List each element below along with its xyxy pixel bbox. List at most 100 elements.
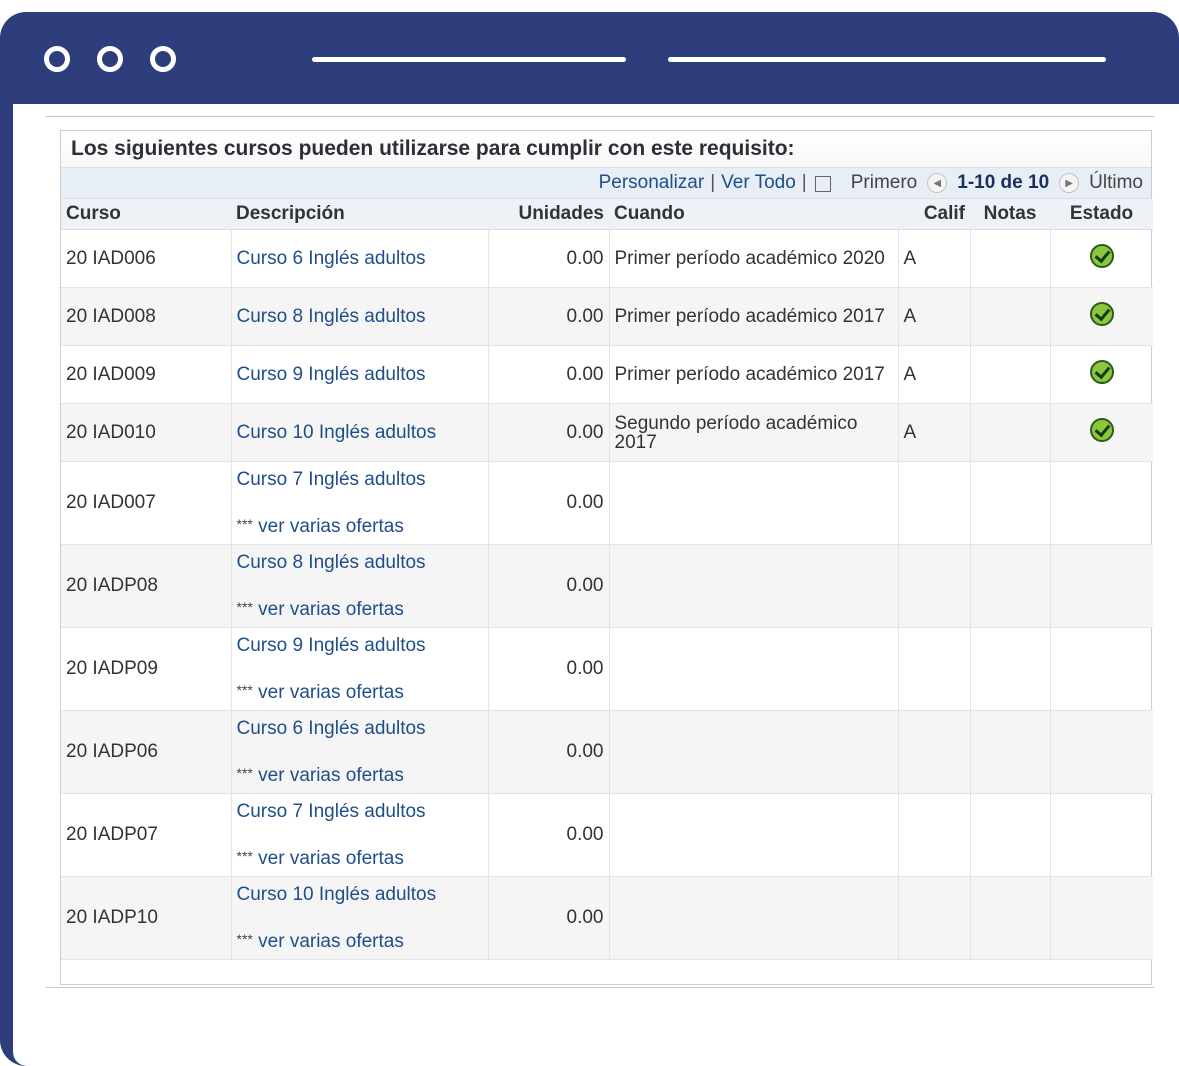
offers-marker: ***: [236, 764, 253, 781]
course-term: Primer período académico 2017: [609, 345, 899, 404]
course-grade: A: [898, 229, 971, 288]
offers-label: ver varias ofertas: [258, 681, 404, 703]
course-code: 20 IAD007: [61, 461, 232, 545]
offers-marker: ***: [236, 598, 253, 615]
offers-marker: ***: [236, 681, 253, 698]
course-units: 0.00: [488, 544, 610, 628]
course-grade: [898, 627, 971, 711]
column-header-status[interactable]: Estado: [1050, 199, 1153, 230]
circle-icon[interactable]: [44, 46, 70, 72]
offers-label: ver varias ofertas: [258, 598, 404, 620]
course-status: [1050, 627, 1153, 711]
offers-link[interactable]: *** ver varias ofertas: [237, 599, 483, 621]
course-code: 20 IADP07: [61, 793, 232, 877]
check-icon: [1089, 301, 1114, 326]
course-term: Segundo período académico 2017: [609, 403, 899, 462]
course-link[interactable]: Curso 9 Inglés adultos: [237, 635, 426, 656]
course-notes: [970, 710, 1051, 794]
column-header-notes[interactable]: Notas: [970, 199, 1050, 230]
offers-marker: ***: [236, 930, 253, 947]
course-link[interactable]: Curso 6 Inglés adultos: [237, 248, 426, 269]
course-link[interactable]: Curso 9 Inglés adultos: [237, 364, 426, 385]
offers-marker: ***: [236, 847, 253, 864]
course-term: [609, 627, 899, 711]
row-range: 1-10 de 10: [957, 172, 1050, 193]
content-area: Los siguientes cursos pueden utilizarse …: [13, 104, 1179, 1066]
last-link[interactable]: Último: [1089, 172, 1143, 194]
course-link[interactable]: Curso 6 Inglés adultos: [237, 718, 426, 739]
course-code: 20 IAD009: [61, 345, 232, 404]
popout-icon[interactable]: [814, 176, 831, 192]
table-row: 20 IADP07 Curso 7 Inglés adultos *** ver…: [61, 793, 1153, 877]
requirement-panel: Los siguientes cursos pueden utilizarse …: [46, 116, 1154, 988]
title-bar: [0, 12, 1179, 104]
table-row: 20 IADP09 Curso 9 Inglés adultos *** ver…: [61, 627, 1153, 711]
offers-label: ver varias ofertas: [258, 930, 404, 952]
course-notes: [970, 461, 1051, 545]
course-grade: [898, 710, 971, 794]
course-term: [609, 876, 899, 960]
circle-icon[interactable]: [150, 46, 176, 72]
table-row: 20 IADP06 Curso 6 Inglés adultos *** ver…: [61, 710, 1153, 794]
check-icon: [1089, 417, 1114, 442]
table-row: 20 IAD010 Curso 10 Inglés adultos 0.00 S…: [61, 403, 1153, 462]
course-link[interactable]: Curso 7 Inglés adultos: [237, 469, 426, 490]
offers-link[interactable]: *** ver varias ofertas: [237, 931, 483, 953]
offers-link[interactable]: *** ver varias ofertas: [237, 682, 483, 704]
title-bar-line: [668, 57, 1106, 62]
first-link[interactable]: Primero: [851, 172, 918, 194]
next-arrow-icon[interactable]: ▶: [1059, 173, 1080, 193]
table-row: 20 IAD007 Curso 7 Inglés adultos *** ver…: [61, 461, 1153, 545]
grid-title: Los siguientes cursos pueden utilizarse …: [61, 131, 1151, 167]
table-row: 20 IAD009 Curso 9 Inglés adultos 0.00 Pr…: [61, 345, 1153, 404]
course-grade: [898, 544, 971, 628]
course-notes: [970, 793, 1051, 877]
course-link[interactable]: Curso 8 Inglés adultos: [237, 552, 426, 573]
previous-arrow-icon[interactable]: ◀: [927, 173, 948, 193]
title-bar-line: [312, 57, 626, 62]
course-link[interactable]: Curso 8 Inglés adultos: [237, 306, 426, 327]
grid-toolbar: Personalizar | Ver Todo | Primero ◀ 1-10…: [61, 167, 1151, 199]
offers-link[interactable]: *** ver varias ofertas: [237, 516, 483, 538]
course-units: 0.00: [488, 627, 610, 711]
course-grid: Los siguientes cursos pueden utilizarse …: [60, 130, 1153, 985]
course-grade: [898, 793, 971, 877]
course-units: 0.00: [488, 793, 610, 877]
course-units: 0.00: [488, 229, 610, 288]
course-code: 20 IADP08: [61, 544, 232, 628]
offers-link[interactable]: *** ver varias ofertas: [237, 765, 483, 787]
course-table: Curso Descripción Unidades Cuando Calif …: [61, 199, 1153, 960]
course-grade: [898, 876, 971, 960]
course-notes: [970, 229, 1051, 288]
course-code: 20 IADP09: [61, 627, 232, 711]
column-header-units[interactable]: Unidades: [488, 199, 609, 230]
course-term: [609, 544, 899, 628]
column-header-grade[interactable]: Calif: [898, 199, 970, 230]
course-link[interactable]: Curso 10 Inglés adultos: [237, 422, 437, 443]
course-grade: A: [898, 287, 971, 346]
course-link[interactable]: Curso 7 Inglés adultos: [237, 801, 426, 822]
offers-link[interactable]: *** ver varias ofertas: [237, 848, 483, 870]
offers-marker: ***: [236, 515, 253, 532]
view-all-link[interactable]: Ver Todo: [721, 172, 796, 194]
course-code: 20 IADP06: [61, 710, 232, 794]
course-link[interactable]: Curso 10 Inglés adultos: [237, 884, 437, 905]
course-term: [609, 461, 899, 545]
course-units: 0.00: [488, 876, 610, 960]
column-header-course[interactable]: Curso: [61, 199, 231, 230]
course-grade: [898, 461, 971, 545]
course-grade: A: [898, 345, 971, 404]
course-term: Primer período académico 2017: [609, 287, 899, 346]
column-header-description[interactable]: Descripción: [231, 199, 488, 230]
table-row: 20 IADP08 Curso 8 Inglés adultos *** ver…: [61, 544, 1153, 628]
check-icon: [1089, 359, 1114, 384]
course-notes: [970, 544, 1051, 628]
course-units: 0.00: [488, 403, 610, 462]
column-header-when[interactable]: Cuando: [609, 199, 898, 230]
circle-icon[interactable]: [97, 46, 123, 72]
toolbar-separator: |: [801, 172, 807, 193]
personalize-link[interactable]: Personalizar: [599, 172, 705, 194]
course-notes: [970, 876, 1051, 960]
course-code: 20 IAD010: [61, 403, 232, 462]
course-notes: [970, 287, 1051, 346]
